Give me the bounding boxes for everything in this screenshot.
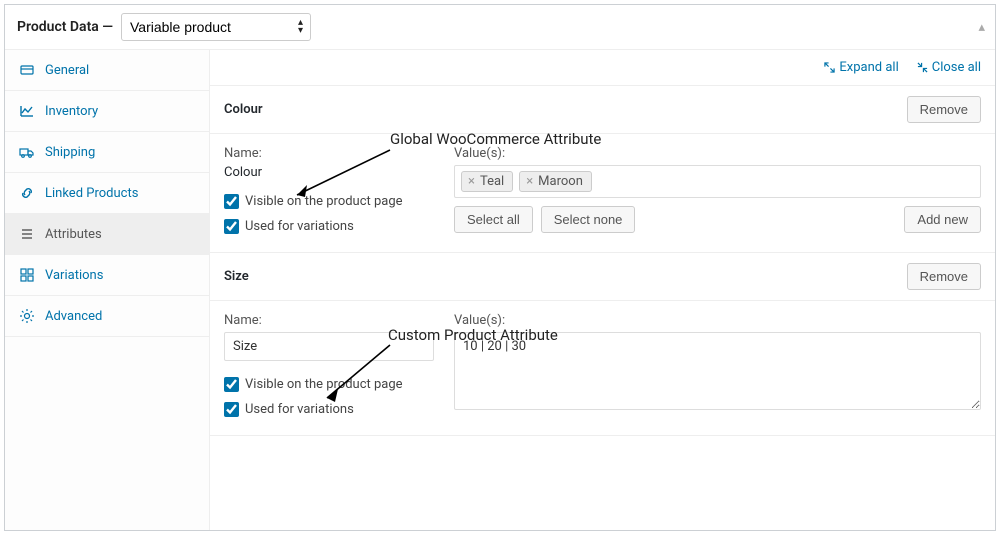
visible-checkbox[interactable] [224,377,239,392]
attribute-name-static: Colour [224,165,434,180]
sidebar-item-variations[interactable]: Variations [5,255,209,296]
variations-checkbox[interactable] [224,219,239,234]
sidebar-item-inventory[interactable]: Inventory [5,91,209,132]
panel-collapse-toggle[interactable]: ▴ [978,20,985,35]
product-data-panel: Product Data — Simple productGrouped pro… [4,4,996,531]
sidebar-item-advanced[interactable]: Advanced [5,296,209,337]
attribute-values-textarea[interactable] [454,332,981,410]
product-type-select[interactable]: Simple productGrouped productExternal/Af… [121,13,311,41]
gear-icon [19,308,35,324]
sidebar-item-linked-products[interactable]: Linked Products [5,173,209,214]
sidebar-item-label: Shipping [45,145,95,160]
sidebar-item-label: Attributes [45,227,102,242]
values-label: Value(s): [454,313,981,328]
attribute-header[interactable]: Size Remove [210,253,995,301]
attribute-block-colour: Colour Remove Name: Colour Visible on th… [210,86,995,253]
name-label: Name: [224,313,434,328]
remove-attribute-button[interactable]: Remove [907,96,981,123]
sidebar-item-attributes[interactable]: Attributes [5,214,209,255]
value-tag: × Teal [461,171,513,192]
variations-checkbox-row[interactable]: Used for variations [224,402,434,417]
attribute-title: Colour [224,102,263,117]
variations-checkbox[interactable] [224,402,239,417]
select-all-button[interactable]: Select all [454,206,533,233]
sidebar-item-label: General [45,63,89,78]
remove-tag-icon[interactable]: × [468,174,475,189]
link-icon [19,185,35,201]
close-all-label: Close all [932,60,981,75]
select-none-button[interactable]: Select none [541,206,636,233]
expand-all-label: Expand all [839,60,898,75]
sidebar-item-shipping[interactable]: Shipping [5,132,209,173]
values-label: Value(s): [454,146,981,161]
visible-checkbox-row[interactable]: Visible on the product page [224,377,434,392]
attribute-name-input[interactable] [224,332,434,361]
sidebar-item-label: Advanced [45,309,102,324]
chart-icon [19,103,35,119]
grid-icon [19,267,35,283]
attributes-toolbar: Expand all Close all [210,50,995,86]
panel-title: Product Data — [17,19,113,35]
visible-label: Visible on the product page [245,377,403,392]
values-tag-input[interactable]: × Teal × Maroon [454,165,981,198]
sidebar-item-label: Inventory [45,104,98,119]
sidebar-item-general[interactable]: General [5,50,209,91]
tag-label: Maroon [538,174,583,189]
product-tabs-sidebar: General Inventory Shipping Linked Produc… [5,50,210,530]
expand-icon [824,62,835,73]
sidebar-item-label: Variations [45,268,103,283]
variations-label: Used for variations [245,402,354,417]
visible-checkbox-row[interactable]: Visible on the product page [224,194,434,209]
truck-icon [19,144,35,160]
attribute-header[interactable]: Colour Remove [210,86,995,134]
remove-attribute-button[interactable]: Remove [907,263,981,290]
name-label: Name: [224,146,434,161]
variations-label: Used for variations [245,219,354,234]
variations-checkbox-row[interactable]: Used for variations [224,219,434,234]
close-all-button[interactable]: Close all [917,60,981,75]
visible-checkbox[interactable] [224,194,239,209]
panel-header: Product Data — Simple productGrouped pro… [5,5,995,50]
sidebar-item-label: Linked Products [45,186,138,201]
add-new-button[interactable]: Add new [904,206,981,233]
expand-all-button[interactable]: Expand all [824,60,898,75]
remove-tag-icon[interactable]: × [526,174,533,189]
visible-label: Visible on the product page [245,194,403,209]
attribute-block-size: Size Remove Name: Visible on the product… [210,253,995,436]
attribute-title: Size [224,269,249,284]
value-tag: × Maroon [519,171,592,192]
attributes-main: Expand all Close all Colour Remove Name:… [210,50,995,530]
tag-label: Teal [480,174,504,189]
list-icon [19,226,35,242]
wrench-icon [19,62,35,78]
collapse-icon [917,62,928,73]
